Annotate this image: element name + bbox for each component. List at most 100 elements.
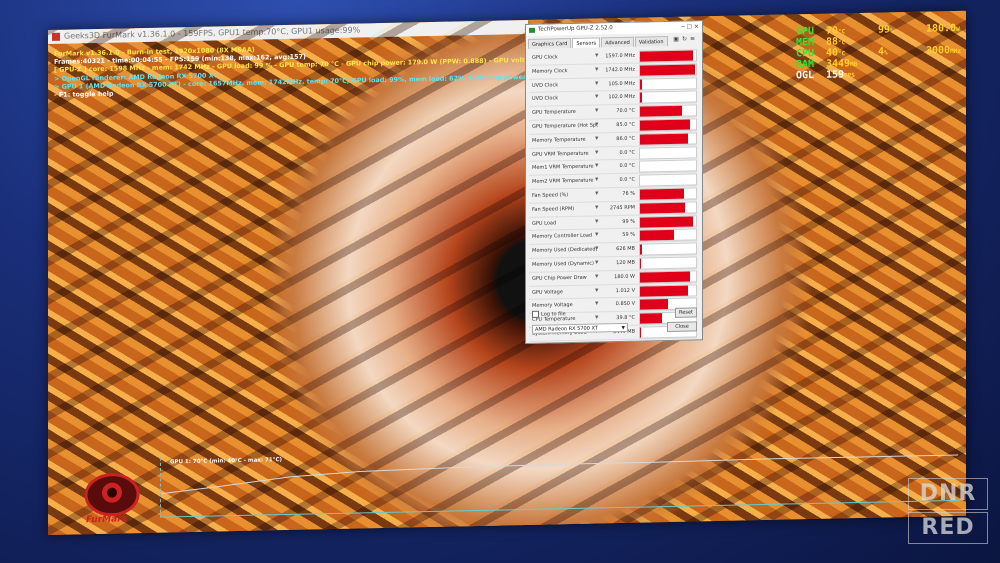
osd-number: 3449 — [826, 58, 851, 70]
osd-label: GPU — [796, 25, 815, 38]
sensor-menu-icon[interactable]: ▼ — [595, 247, 598, 252]
sensor-value: 39.8 °C — [616, 314, 635, 322]
minimize-icon[interactable]: ─ — [681, 24, 685, 31]
log-to-file-checkbox[interactable]: Log to file — [532, 310, 566, 318]
sensor-graph — [639, 228, 697, 242]
sensor-name: Memory Used (Dynamic) — [532, 260, 594, 268]
chevron-down-icon: ▼ — [621, 325, 625, 331]
osd-number: 3000 — [926, 45, 951, 57]
sensor-menu-icon[interactable]: ▼ — [595, 95, 598, 100]
sensor-menu-icon[interactable]: ▼ — [595, 260, 598, 265]
temperature-line — [161, 454, 958, 495]
tab-validation[interactable]: Validation — [634, 36, 668, 47]
sensor-value: 70.0 °C — [616, 107, 635, 115]
sensor-graph — [639, 242, 697, 256]
sensor-graph-fill — [640, 202, 685, 214]
sensor-graph — [639, 214, 697, 229]
sensor-menu-icon[interactable]: ▼ — [595, 205, 598, 210]
sensor-menu-icon[interactable]: ▼ — [595, 122, 598, 127]
osd-label: OGL — [796, 69, 815, 82]
sensor-name: Mem1 VRM Temperature — [532, 163, 594, 172]
window-controls: ─ ☐ ✕ — [681, 21, 699, 32]
tab-advanced[interactable]: Advanced — [601, 36, 634, 48]
osd-label: CPU — [796, 47, 815, 60]
osd-number: 40 — [826, 47, 839, 59]
sensor-menu-icon[interactable]: ▼ — [595, 67, 598, 72]
sensor-name: Memory Voltage — [532, 302, 573, 310]
sensor-menu-icon[interactable]: ▼ — [595, 302, 598, 307]
sensor-graph — [639, 201, 697, 215]
close-icon[interactable]: ✕ — [694, 23, 699, 30]
sensor-graph — [639, 132, 697, 146]
furmark-app-icon — [52, 32, 60, 41]
furmark-window-title: Geeks3D FurMark v1.36.1.0 - 159FPS, GPU1… — [64, 25, 361, 41]
tab-sensors[interactable]: Sensors — [572, 37, 601, 49]
sensor-menu-icon[interactable]: ▼ — [595, 150, 598, 155]
sensor-menu-icon[interactable]: ▼ — [595, 274, 598, 279]
osd-row: CPU 40°C 4% 3000MHz — [796, 45, 961, 60]
sensor-menu-icon[interactable]: ▼ — [595, 316, 598, 321]
furmark-logo: FurMark — [82, 468, 156, 534]
furmark-titlebar: Geeks3D FurMark v1.36.1.0 - 159FPS, GPU1… — [48, 19, 528, 44]
temperature-graph: GPU 1: 70°C (min: 40°C - max: 71°C) — [160, 440, 960, 518]
sensor-name: GPU VRM Temperature — [532, 150, 589, 158]
osd-unit: % — [890, 27, 894, 35]
sensor-menu-icon[interactable]: ▼ — [595, 288, 598, 293]
gpuz-toolbar: ▣↻≡ — [673, 35, 698, 43]
sensor-value: 0.0 °C — [619, 149, 635, 156]
sensor-graph-fill — [640, 79, 642, 90]
sensor-graph — [639, 104, 697, 118]
osd-value: 159FPS — [826, 69, 855, 82]
checkbox-icon[interactable] — [532, 310, 539, 318]
menu-icon[interactable]: ≡ — [690, 35, 698, 42]
osd-value: 4% — [878, 46, 888, 58]
maximize-icon[interactable]: ☐ — [687, 24, 692, 31]
osd-unit: W — [956, 25, 960, 33]
watermark-line: DNR — [908, 478, 988, 510]
sensor-menu-icon[interactable]: ▼ — [595, 233, 598, 238]
sensor-name: GPU Temperature — [532, 109, 576, 117]
sensor-graph-fill — [640, 105, 682, 117]
osd-number: 159 — [826, 69, 845, 81]
sensor-graph-fill — [640, 119, 691, 131]
tab-graphics-card[interactable]: Graphics Card — [528, 38, 572, 49]
sensor-name: Fan Speed (RPM) — [532, 205, 575, 213]
osd-number: 180.0 — [926, 22, 957, 35]
reset-button[interactable]: Reset — [675, 307, 697, 318]
osd-unit: FPS — [844, 72, 855, 80]
sensor-menu-icon[interactable]: ▼ — [595, 219, 598, 224]
gpuz-window-title: TechPowerUp GPU-Z 2.52.0 — [538, 25, 613, 33]
sensor-menu-icon[interactable]: ▼ — [595, 136, 598, 141]
sensor-graph — [639, 76, 697, 91]
monitor: Geeks3D FurMark v1.36.1.0 - 159FPS, GPU1… — [48, 10, 966, 536]
sensor-value: 1.012 V — [615, 287, 635, 294]
refresh-icon[interactable]: ↻ — [682, 36, 690, 43]
sensor-graph — [639, 256, 697, 270]
sensor-menu-icon[interactable]: ▼ — [595, 164, 598, 169]
sensor-menu-icon[interactable]: ▼ — [595, 81, 598, 86]
camera-icon[interactable]: ▣ — [673, 36, 682, 43]
sensor-value: 99 % — [622, 218, 635, 225]
log-to-file-label: Log to file — [541, 311, 566, 318]
gpuz-app-icon — [529, 27, 535, 33]
sensor-graph — [639, 49, 697, 63]
osd-unit: °C — [838, 50, 846, 58]
sensor-graph-fill — [640, 271, 691, 283]
sensor-menu-icon[interactable]: ▼ — [595, 191, 598, 196]
sensor-value: 626 MB — [616, 245, 635, 253]
sensor-list: GPU Clock ▼ 1597.0 MHz Memory Clock ▼ 1742.0 … — [529, 48, 697, 342]
sensor-graph — [639, 270, 697, 284]
sensor-graph — [639, 173, 697, 187]
sensor-menu-icon[interactable]: ▼ — [595, 53, 598, 58]
close-button[interactable]: Close — [667, 321, 697, 333]
sensor-name: GPU Voltage — [532, 288, 563, 296]
sensor-value: 0.0 °C — [619, 163, 635, 170]
furmark-render-screen: Geeks3D FurMark v1.36.1.0 - 159FPS, GPU1… — [48, 10, 966, 536]
sensor-menu-icon[interactable]: ▼ — [595, 109, 598, 114]
osd-row: GPU70°C99%180.0W70% — [796, 23, 960, 38]
sensor-value: 85.0 °C — [616, 121, 635, 129]
gpuz-window: TechPowerUp GPU-Z 2.52.0 ─ ☐ ✕ Graphics … — [525, 20, 703, 345]
sensor-graph — [639, 283, 697, 298]
sensor-menu-icon[interactable]: ▼ — [595, 178, 598, 183]
sensor-name: Fan Speed (%) — [532, 192, 569, 199]
